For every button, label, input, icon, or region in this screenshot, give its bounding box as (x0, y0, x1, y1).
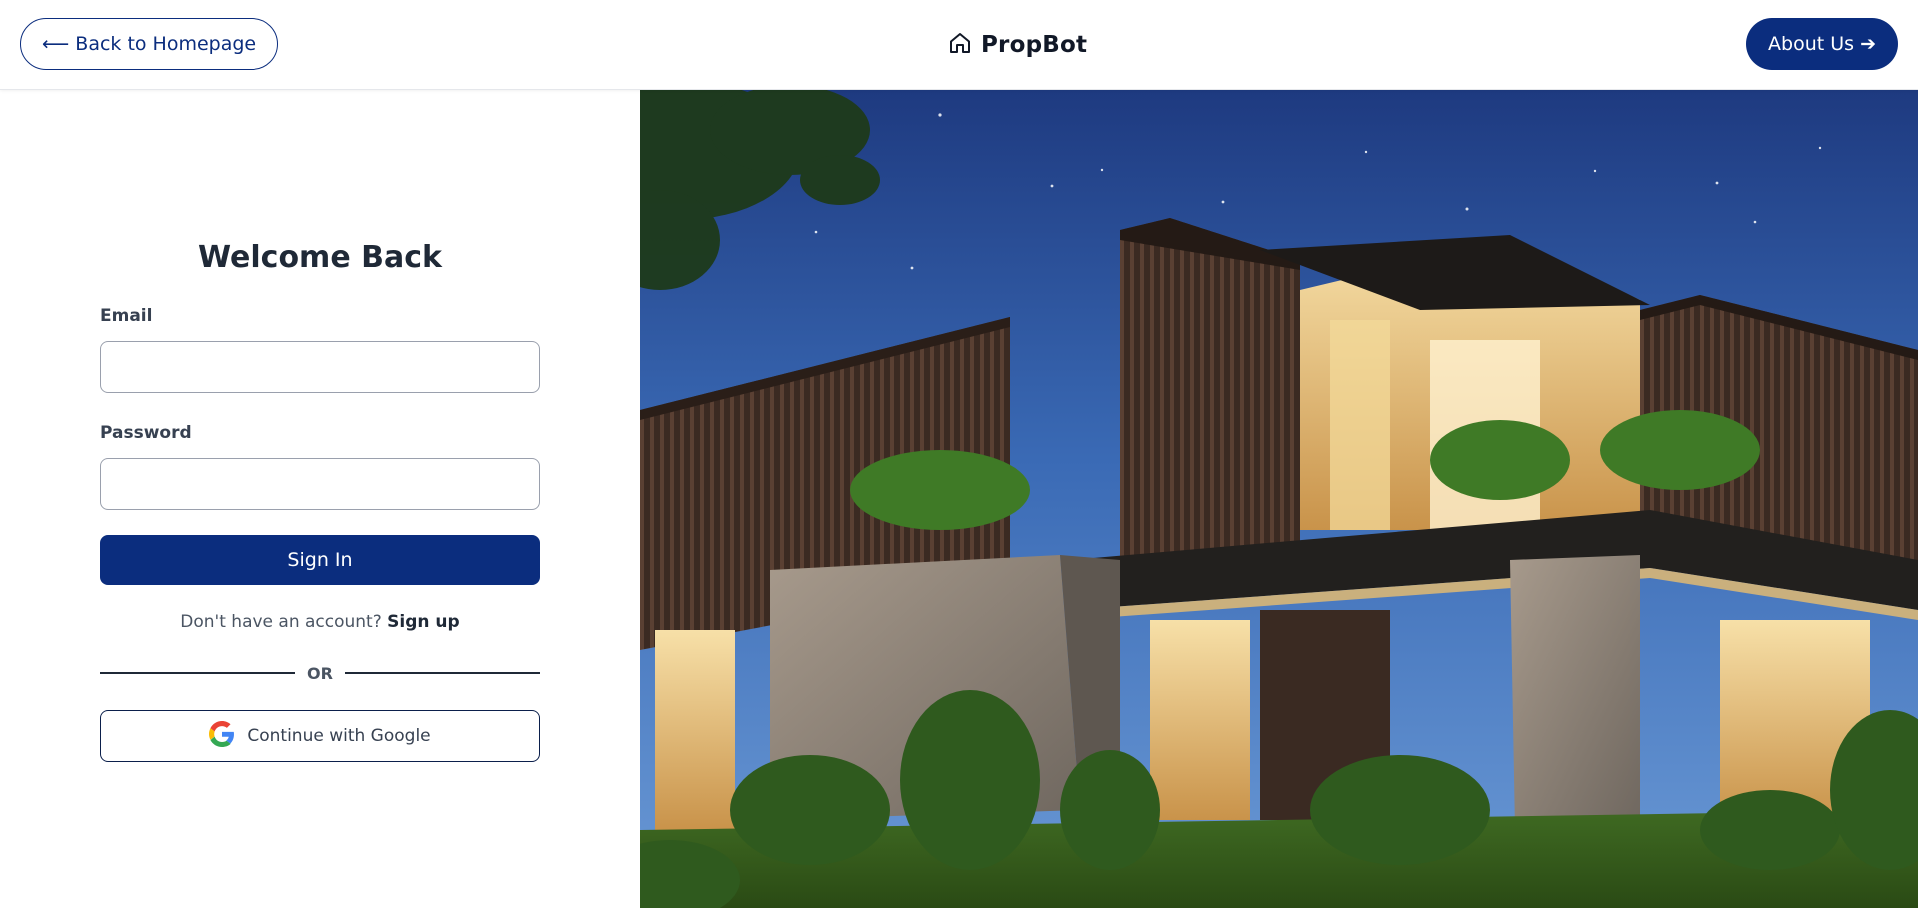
brand-logo[interactable]: PropBot (948, 28, 1087, 62)
about-us-button[interactable]: About Us ➔ (1746, 18, 1898, 70)
top-nav: ⟵ Back to Homepage PropBot About Us ➔ (0, 0, 1918, 90)
signup-prompt-row: Don't have an account? Sign up (100, 612, 540, 632)
or-text: OR (307, 663, 333, 683)
brand-name: PropBot (981, 32, 1088, 58)
password-field[interactable] (100, 458, 540, 510)
hero-image (640, 90, 1918, 908)
google-icon (209, 720, 235, 752)
email-label: Email (100, 306, 153, 326)
home-icon (948, 31, 972, 59)
modern-house-illustration (640, 90, 1918, 908)
signup-prompt-text: Don't have an account? (180, 612, 382, 632)
sign-in-button[interactable]: Sign In (100, 535, 540, 585)
sign-up-link[interactable]: Sign up (387, 612, 460, 632)
divider-line-right (344, 672, 541, 674)
password-label: Password (100, 423, 192, 443)
login-panel: Welcome Back Email Password Sign In Don'… (0, 90, 640, 908)
email-field[interactable] (100, 341, 540, 393)
back-to-homepage-button[interactable]: ⟵ Back to Homepage (20, 18, 279, 70)
page-title: Welcome Back (198, 240, 442, 275)
continue-with-google-button[interactable]: Continue with Google (100, 710, 540, 762)
or-divider: OR (100, 662, 541, 684)
google-button-label: Continue with Google (247, 726, 431, 746)
divider-line-left (100, 672, 296, 674)
